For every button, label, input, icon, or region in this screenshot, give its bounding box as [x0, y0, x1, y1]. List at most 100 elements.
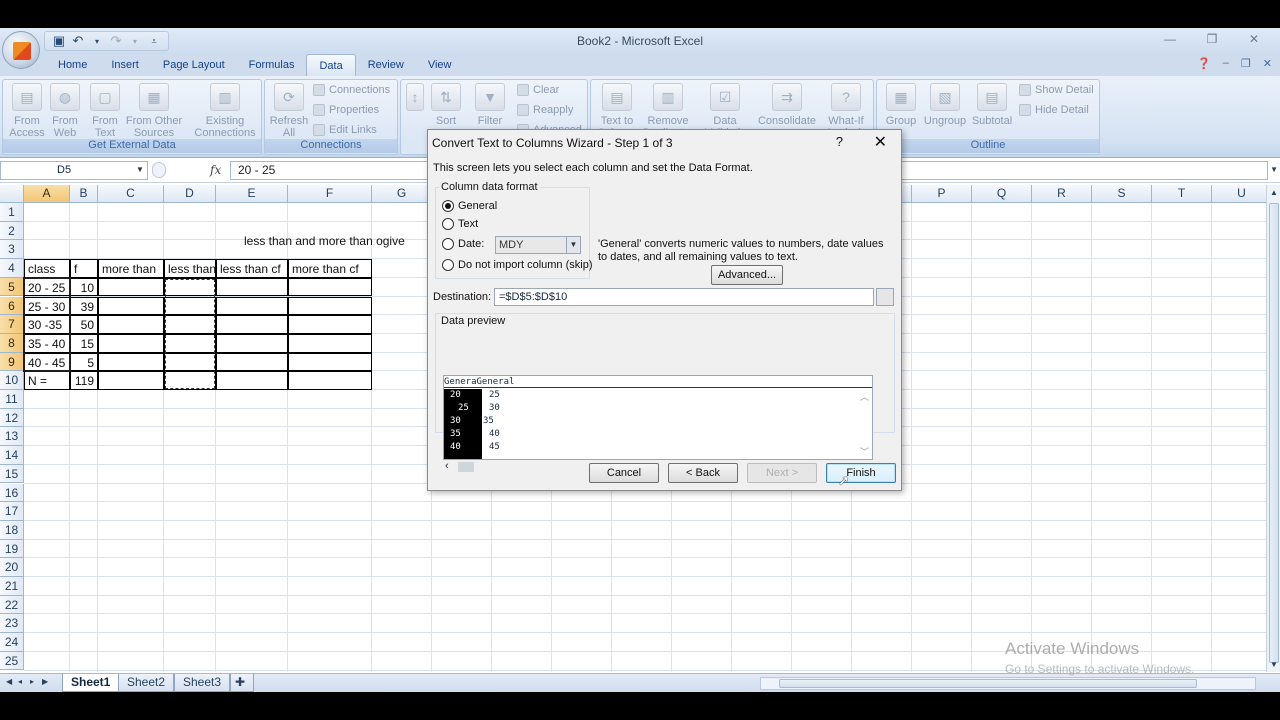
row-header[interactable]: 1 [0, 203, 24, 222]
column-header[interactable]: G [372, 185, 432, 203]
horizontal-scroll-thumb[interactable] [779, 679, 1197, 688]
preview-scroll-thumb[interactable] [458, 462, 474, 472]
heading-cell[interactable]: less than and more than ogive [241, 232, 408, 250]
column-header[interactable]: R [1032, 185, 1092, 203]
fx-expand-icon[interactable] [152, 162, 166, 178]
column-header[interactable]: F [288, 185, 372, 203]
hide-detail-button[interactable]: Hide Detail [1019, 104, 1089, 116]
row-header[interactable]: 9 [0, 352, 24, 372]
table-cell[interactable] [98, 352, 164, 372]
radio-text[interactable]: Text [442, 218, 478, 230]
row-header[interactable]: 13 [0, 427, 24, 447]
row-header[interactable]: 25 [0, 651, 24, 671]
column-header[interactable]: T [1152, 185, 1212, 203]
consolidate-button[interactable]: ⇉ Consolidate [755, 83, 819, 127]
preview-scroll-down-icon[interactable]: ﹀ [860, 445, 869, 458]
insert-function-icon[interactable]: fx [210, 163, 221, 177]
select-all-corner[interactable] [0, 185, 24, 203]
finish-button[interactable]: Finish [826, 463, 896, 483]
reapply-button[interactable]: Reapply [517, 104, 573, 116]
preview-scroll-up-icon[interactable]: ︿ [860, 390, 869, 403]
properties-button[interactable]: Properties [313, 104, 379, 116]
from-other-sources-button[interactable]: ▦ From Other Sources [125, 83, 183, 139]
minimize-button[interactable]: — [1156, 32, 1184, 46]
radio-date[interactable]: Date: [442, 238, 484, 250]
table-cell[interactable] [288, 315, 372, 334]
row-header[interactable]: 21 [0, 577, 24, 596]
table-cell[interactable] [98, 296, 164, 316]
table-cell[interactable] [216, 277, 288, 297]
insert-sheet-icon[interactable]: ✚ [230, 674, 254, 692]
tab-view[interactable]: View [416, 54, 464, 76]
row-header[interactable]: 15 [0, 464, 24, 484]
tab-data[interactable]: Data [306, 54, 356, 76]
tab-formulas[interactable]: Formulas [237, 54, 307, 76]
refresh-all-button[interactable]: ⟳ Refresh All [269, 83, 309, 139]
subtotal-button[interactable]: ▤ Subtotal [971, 83, 1013, 127]
name-box[interactable]: D5 [0, 161, 148, 180]
existing-connections-button[interactable]: ▥ Existing Connections [193, 83, 257, 139]
table-cell[interactable] [288, 277, 372, 297]
table-cell[interactable] [288, 333, 372, 353]
clear-button[interactable]: Clear [517, 84, 559, 96]
tab-review[interactable]: Review [356, 54, 416, 76]
group-button[interactable]: ▦ Group [883, 83, 919, 127]
sheet-tab-sheet2[interactable]: Sheet2 [118, 674, 175, 692]
next-sheet-icon[interactable]: ▸ [30, 677, 34, 686]
table-cell[interactable] [216, 352, 288, 372]
column-header[interactable]: D [164, 185, 216, 203]
column-header[interactable]: C [98, 185, 164, 203]
restore-button[interactable]: ❐ [1198, 32, 1226, 46]
show-detail-button[interactable]: Show Detail [1019, 84, 1094, 96]
horizontal-scrollbar[interactable] [760, 677, 1256, 690]
from-web-button[interactable]: ◍ From Web [47, 83, 83, 139]
vertical-scroll-thumb[interactable] [1269, 203, 1279, 663]
table-cell[interactable] [98, 277, 164, 297]
collapse-dialog-icon[interactable] [876, 288, 894, 306]
table-cell[interactable] [288, 296, 372, 316]
table-header-cell[interactable]: less than [164, 259, 216, 278]
date-format-select[interactable]: MDY ▼ [495, 236, 581, 254]
back-button[interactable]: < Back [668, 463, 738, 483]
table-cell[interactable] [98, 333, 164, 353]
column-header[interactable]: E [216, 185, 288, 203]
column-header[interactable]: U [1212, 185, 1266, 203]
row-header[interactable]: 8 [0, 333, 24, 353]
row-header[interactable]: 3 [0, 240, 24, 260]
tab-home[interactable]: Home [46, 54, 99, 76]
frequency-cell[interactable]: 39 [70, 296, 98, 316]
row-header[interactable]: 7 [0, 315, 24, 334]
row-header[interactable]: 10 [0, 371, 24, 390]
edit-links-button[interactable]: Edit Links [313, 124, 377, 136]
connections-button[interactable]: Connections [313, 84, 390, 96]
table-cell[interactable] [98, 315, 164, 334]
frequency-cell[interactable]: 15 [70, 333, 98, 353]
close-window-button[interactable]: ✕ [1240, 32, 1268, 46]
table-header-cell[interactable]: class [24, 259, 70, 278]
table-header-cell[interactable]: f [70, 259, 98, 278]
frequency-cell[interactable]: 119 [70, 371, 98, 390]
from-access-button[interactable]: ▤ From Access [9, 83, 45, 139]
row-header[interactable]: 22 [0, 595, 24, 615]
row-header[interactable]: 20 [0, 558, 24, 577]
tab-insert[interactable]: Insert [99, 54, 151, 76]
table-header-cell[interactable]: less than cf [216, 259, 288, 278]
table-header-cell[interactable]: more than cf [288, 259, 372, 278]
scroll-down-icon[interactable]: ▼ [1270, 660, 1278, 669]
office-button[interactable] [2, 31, 40, 69]
row-header[interactable]: 18 [0, 520, 24, 540]
table-cell[interactable] [98, 371, 164, 390]
sort-az-button[interactable]: ↕ [405, 83, 425, 115]
row-header[interactable]: 2 [0, 221, 24, 241]
advanced-button[interactable]: Advanced... [711, 265, 783, 285]
table-cell[interactable] [288, 371, 372, 390]
column-header[interactable]: B [70, 185, 98, 203]
name-box-dropdown-icon[interactable]: ▼ [136, 165, 144, 174]
radio-skip[interactable]: Do not import column (skip) [442, 259, 593, 271]
cancel-button[interactable]: Cancel [589, 463, 659, 483]
vertical-scrollbar[interactable]: ▲ ▼ [1266, 185, 1280, 672]
tab-page-layout[interactable]: Page Layout [151, 54, 237, 76]
sort-button[interactable]: ⇅ Sort [431, 83, 461, 127]
prev-sheet-icon[interactable]: ◂ [18, 677, 22, 686]
filter-button[interactable]: ▼ Filter [473, 83, 507, 127]
